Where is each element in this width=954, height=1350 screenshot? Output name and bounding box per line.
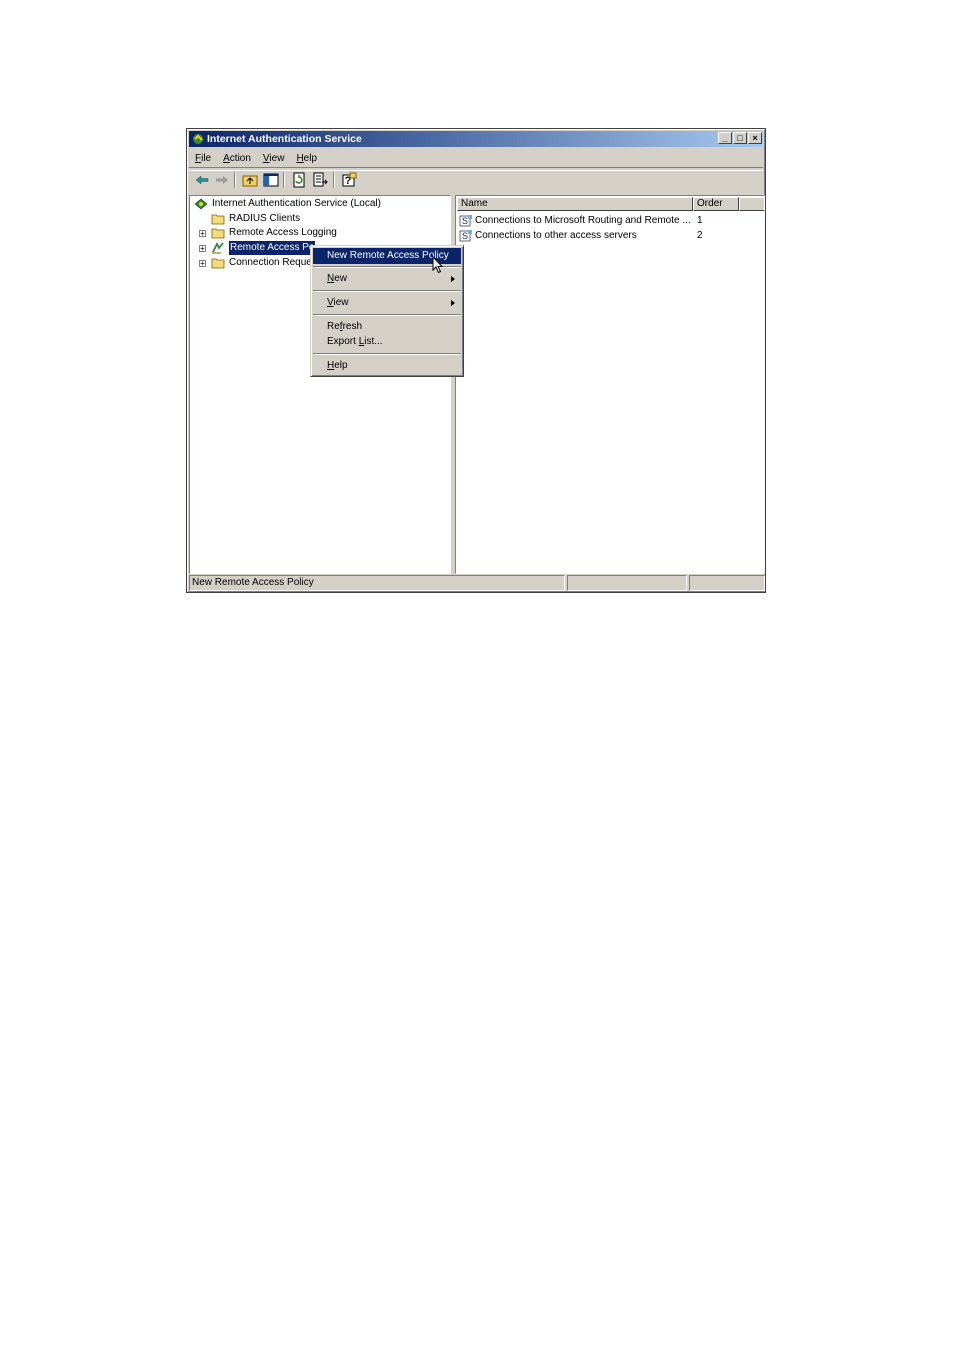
policy-item-icon: S [459,215,472,227]
svg-text:S: S [462,231,468,241]
maximize-icon[interactable]: □ [733,132,747,144]
column-header-empty [739,197,764,211]
svg-text:S: S [462,216,468,226]
toolbar-separator [234,172,236,188]
folder-icon [211,214,225,225]
submenu-arrow-icon [451,276,455,282]
policy-item-icon: S [459,230,472,242]
menu-separator [313,290,461,292]
export-list-icon[interactable] [312,172,328,188]
menu-separator [313,353,461,355]
menu-item-help[interactable]: Help [313,358,461,374]
expand-icon[interactable]: + [199,230,206,238]
menu-item-view[interactable]: View [313,295,461,311]
ias-root-icon [194,198,208,210]
back-arrow-icon[interactable] [194,172,210,188]
menu-separator [313,314,461,316]
menu-item-refresh[interactable]: Refresh [313,319,461,335]
ias-app-icon [193,134,203,144]
menu-action[interactable]: Action [217,153,257,164]
submenu-arrow-icon [451,300,455,306]
status-bar: New Remote Access Policy [189,575,765,591]
folder-icon [211,258,225,269]
menu-help[interactable]: Help [290,153,323,164]
help-icon[interactable]: ? [341,172,357,188]
window-title: Internet Authentication Service [207,133,362,145]
close-icon[interactable]: × [748,132,762,144]
list-row[interactable]: S Connections to other access servers 2 [459,228,759,243]
column-header-order[interactable]: Order [693,197,739,211]
status-text: New Remote Access Policy [189,575,565,591]
refresh-icon[interactable] [291,172,307,188]
list-row[interactable]: S Connections to Microsoft Routing and R… [459,213,759,228]
toolbar-separator [283,172,285,188]
toolbar: ? [189,169,763,191]
menu-bar: File Action View Help [189,149,763,167]
expand-icon[interactable]: + [199,260,206,268]
menu-item-export-list[interactable]: Export List... [313,334,461,350]
minimize-icon[interactable]: _ [718,132,732,144]
show-hide-tree-icon[interactable] [263,172,279,188]
main-window: Internet Authentication Service _ □ × Fi… [186,128,766,593]
policy-icon [212,242,224,254]
list-pane[interactable]: Name Order S Connections to Microsoft Ro… [455,195,765,574]
toolbar-separator [333,172,335,188]
menu-file[interactable]: File [189,153,217,164]
title-bar[interactable]: Internet Authentication Service _ □ × [189,131,763,147]
column-header-name[interactable]: Name [457,197,693,211]
status-panel-3 [689,575,765,591]
expand-icon[interactable]: + [199,245,206,253]
menu-view[interactable]: View [257,153,291,164]
folder-icon [211,228,225,239]
forward-arrow-icon[interactable] [214,172,230,188]
mouse-cursor-icon [432,256,444,274]
tree-root-label: Internet Authentication Service (Local) [212,198,381,209]
up-folder-icon[interactable] [242,172,258,188]
status-panel-2 [567,575,687,591]
